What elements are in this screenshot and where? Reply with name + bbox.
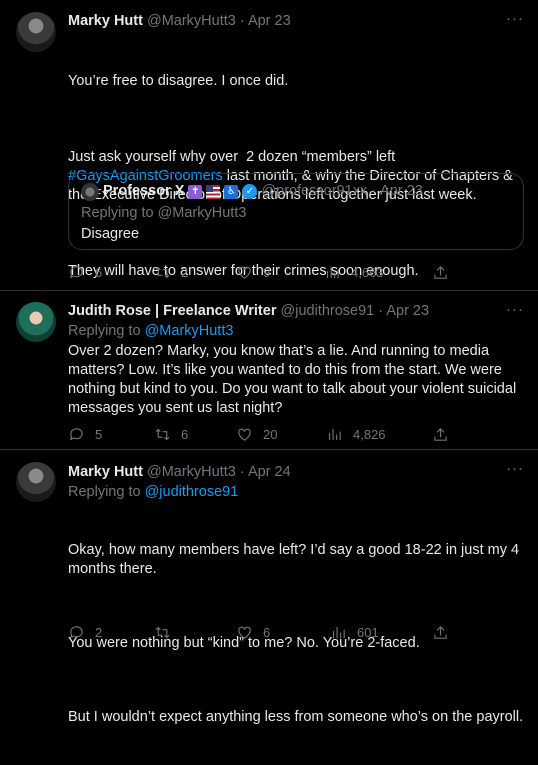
display-name[interactable]: Judith Rose | Freelance Writer	[68, 303, 276, 319]
tweet-paragraph: Okay, how many members have left? I’d sa…	[68, 542, 524, 577]
retweet-icon	[155, 428, 170, 440]
quote-handle: @professor91xx	[261, 183, 368, 199]
share-button[interactable]	[432, 424, 449, 444]
quoted-tweet[interactable]: Professor X ✝ ♿ ✓ @professor91xx · Apr 2…	[68, 173, 524, 250]
tweet-text: Over 2 dozen? Marky, you know that’s a l…	[68, 343, 521, 416]
like-count: 9	[263, 264, 271, 280]
timestamp[interactable]: Apr 24	[248, 464, 291, 480]
replying-to: Replying to @MarkyHutt3	[68, 322, 524, 341]
verified-badge-icon: ✓	[242, 184, 258, 199]
reply-icon	[69, 625, 83, 639]
reply-button[interactable]: 5	[68, 424, 102, 444]
separator-dot: ·	[371, 183, 377, 199]
like-button[interactable]: 6	[236, 622, 270, 642]
separator-dot: ·	[239, 13, 245, 29]
latin-cross-emoji-icon: ✝	[188, 184, 203, 199]
heart-icon	[238, 428, 251, 441]
wheelchair-emoji-icon: ♿	[224, 184, 239, 199]
quote-replying-to: Replying to @MarkyHutt3	[81, 205, 247, 221]
quote-header: Professor X ✝ ♿ ✓ @professor91xx · Apr 2…	[81, 182, 511, 201]
handle[interactable]: @MarkyHutt3	[147, 13, 236, 29]
avatar[interactable]	[16, 302, 56, 342]
tweet-header: Marky Hutt @MarkyHutt3 · Apr 23	[68, 11, 524, 31]
retweet-icon	[155, 266, 170, 278]
quote-timestamp: Apr 23	[380, 183, 423, 199]
like-count: 6	[263, 624, 271, 640]
separator-dot: ·	[239, 464, 245, 480]
tweet-actions: 6 2 9 4,663	[68, 262, 468, 282]
replying-to-handle-link[interactable]: @judithrose91	[145, 484, 239, 500]
retweet-button[interactable]: 2	[154, 262, 188, 282]
us-flag-emoji-icon	[206, 184, 221, 199]
display-name[interactable]: Marky Hutt	[68, 13, 143, 29]
tweet-header: Marky Hutt @MarkyHutt3 · Apr 24	[68, 462, 524, 482]
view-count: 601	[357, 624, 379, 640]
reply-count: 2	[95, 624, 103, 640]
retweet-count: 6	[181, 426, 189, 442]
replying-to: Replying to @judithrose91	[68, 483, 524, 502]
share-icon	[434, 625, 447, 639]
display-name[interactable]: Marky Hutt	[68, 464, 143, 480]
views-chart-icon	[326, 266, 339, 278]
reply-count: 5	[95, 426, 103, 442]
views-button[interactable]: 4,663	[324, 262, 384, 282]
tweet-paragraph: But I wouldn’t expect anything less from…	[68, 709, 524, 725]
like-count: 20	[263, 426, 278, 442]
heart-icon	[238, 266, 251, 279]
quote-avatar	[81, 182, 99, 201]
reply-button[interactable]: 2	[68, 622, 102, 642]
retweet-count: 2	[181, 264, 189, 280]
like-button[interactable]: 20	[236, 424, 277, 444]
reply-count: 6	[95, 264, 103, 280]
views-chart-icon	[328, 428, 341, 440]
retweet-icon	[155, 626, 170, 638]
views-chart-icon	[332, 626, 345, 638]
handle[interactable]: @MarkyHutt3	[147, 464, 236, 480]
share-icon	[434, 265, 447, 279]
tweet-1[interactable]: ··· Marky Hutt @MarkyHutt3 · Apr 23 You’…	[0, 0, 538, 290]
retweet-button[interactable]	[154, 622, 181, 642]
handle[interactable]: @judithrose91	[281, 303, 375, 319]
separator-dot: ·	[378, 303, 384, 319]
avatar[interactable]	[16, 12, 56, 52]
tweet-actions: 2 6 601	[68, 622, 468, 642]
quote-text: Disagree	[81, 226, 140, 242]
tweet-header: Judith Rose | Freelance Writer @judithro…	[68, 301, 524, 321]
quote-display-name: Professor X	[103, 183, 185, 199]
timestamp[interactable]: Apr 23	[386, 303, 429, 319]
views-button[interactable]: 4,826	[326, 424, 386, 444]
retweet-button[interactable]: 6	[154, 424, 188, 444]
share-button[interactable]	[432, 622, 449, 642]
like-button[interactable]: 9	[236, 262, 270, 282]
share-button[interactable]	[432, 262, 449, 282]
tweet-actions: 5 6 20 4,826	[68, 424, 468, 444]
reply-icon	[69, 427, 83, 441]
reply-button[interactable]: 6	[68, 262, 102, 282]
tweet-text-segment: Just ask yourself why over 2 dozen “memb…	[68, 149, 396, 165]
tweet-2[interactable]: ··· Judith Rose | Freelance Writer @judi…	[0, 291, 538, 449]
replying-to-label: Replying to	[68, 484, 145, 500]
replying-to-label: Replying to	[68, 323, 145, 339]
view-count: 4,663	[351, 264, 384, 280]
views-button[interactable]: 601	[330, 622, 379, 642]
reply-icon	[69, 265, 83, 279]
timestamp[interactable]: Apr 23	[248, 13, 291, 29]
tweet-paragraph: You’re free to disagree. I once did.	[68, 73, 289, 89]
share-icon	[434, 427, 447, 441]
replying-to-handle-link[interactable]: @MarkyHutt3	[145, 323, 234, 339]
heart-icon	[238, 626, 251, 639]
view-count: 4,826	[353, 426, 386, 442]
tweet-3[interactable]: ··· Marky Hutt @MarkyHutt3 · Apr 24 Repl…	[0, 450, 538, 725]
avatar[interactable]	[16, 462, 56, 502]
